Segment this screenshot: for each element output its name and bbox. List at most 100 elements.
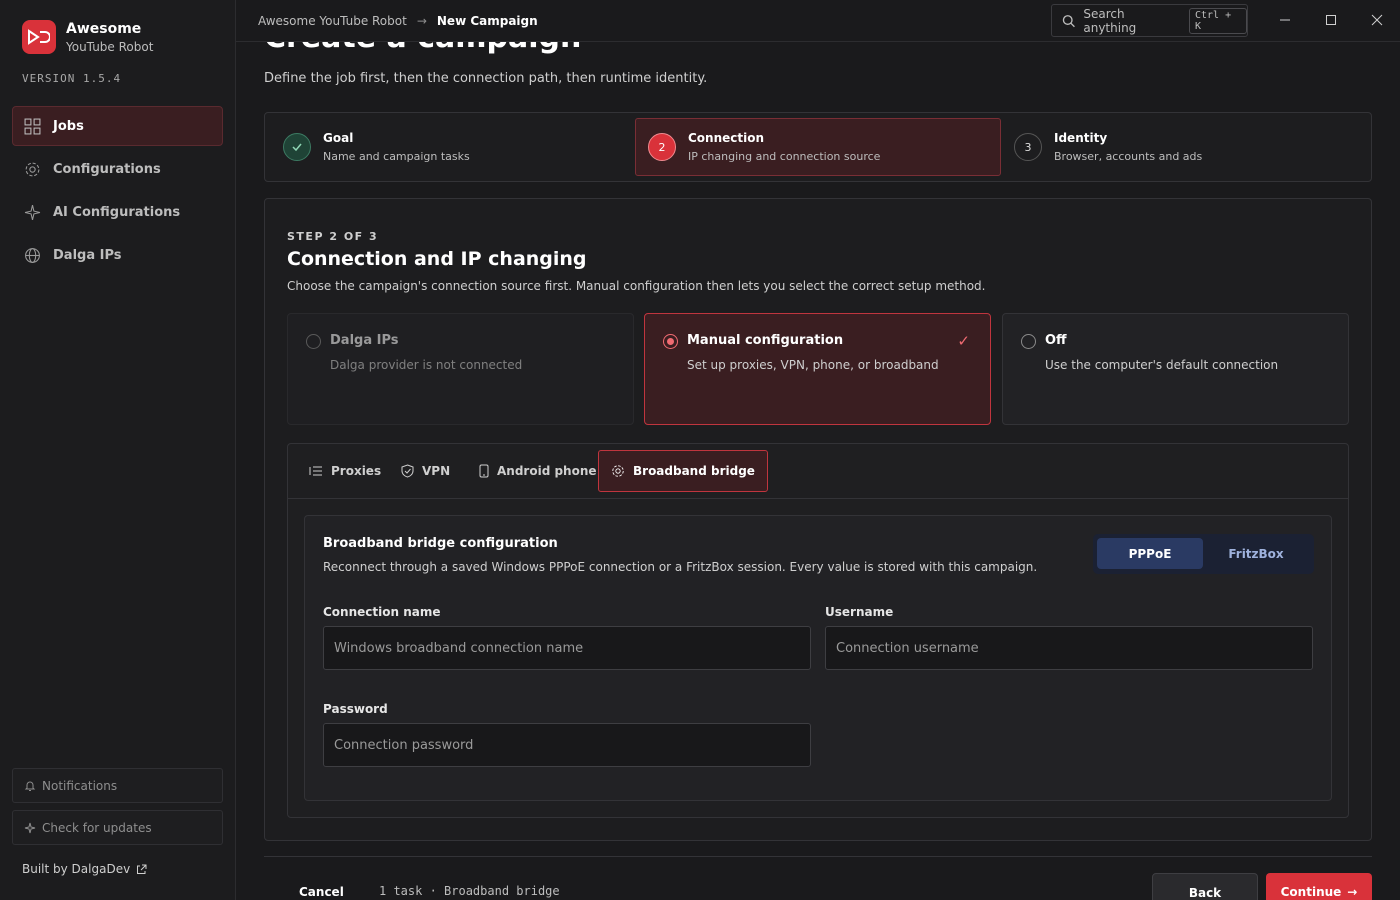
password-label: Password [323, 702, 388, 716]
username-field[interactable] [825, 626, 1313, 670]
mode-fritzbox-button[interactable]: FritzBox [1203, 538, 1309, 569]
page-title: Create a campaign [264, 42, 581, 55]
sidebar-item-label: Configurations [53, 161, 161, 177]
mode-toggle: PPPoE FritzBox [1093, 534, 1314, 574]
check-icon [283, 133, 311, 161]
tab-android-phone[interactable]: Android phone [466, 450, 610, 492]
sidebar-nav: Jobs Configurations AI Configurations Da… [12, 106, 223, 278]
close-icon[interactable] [1369, 12, 1385, 28]
step-desc: Browser, accounts and ads [1054, 150, 1203, 163]
gear-icon [612, 465, 624, 477]
option-title: Off [1045, 333, 1067, 348]
tab-label: Broadband bridge [633, 464, 755, 478]
bell-icon [24, 781, 36, 791]
footer-summary: 1 task · Broadband bridge [379, 884, 560, 898]
check-updates-label: Check for updates [42, 820, 152, 835]
sparkle-icon [24, 822, 36, 833]
notifications-button[interactable]: Notifications [12, 768, 223, 803]
app-logo-icon [22, 20, 56, 54]
search-input[interactable]: Search anything Ctrl + K [1051, 4, 1248, 37]
back-label: Back [1188, 886, 1222, 900]
arrow-right-icon: → [416, 14, 427, 28]
step-kicker: STEP 2 OF 3 [287, 230, 379, 243]
continue-label: Continue [1280, 885, 1342, 899]
radio-button [1021, 334, 1036, 349]
radio-button [306, 334, 321, 349]
tab-vpn[interactable]: VPN [388, 450, 463, 492]
main-content: Create a campaign Define the job first, … [236, 42, 1400, 900]
option-desc: Set up proxies, VPN, phone, or broadband [687, 358, 939, 372]
option-dalga-ips: Dalga IPs Dalga provider is not connecte… [287, 313, 634, 425]
option-title: Manual configuration [687, 333, 844, 348]
sparkle-icon [24, 204, 41, 220]
search-icon [1062, 14, 1075, 27]
top-bar: Awesome YouTube Robot → New Campaign Sea… [236, 0, 1400, 42]
tab-label: Android phone [497, 464, 597, 478]
broadband-config-desc: Reconnect through a saved Windows PPPoE … [323, 560, 1038, 574]
checkmark-icon: ✓ [957, 332, 970, 350]
sidebar-item-label: AI Configurations [53, 204, 181, 220]
external-link-icon [137, 864, 147, 874]
app-subtitle: YouTube Robot [66, 40, 154, 54]
step-title: Connection [688, 131, 765, 145]
stepper: Goal Name and campaign tasks 2 Connection… [264, 112, 1372, 182]
tab-label: VPN [422, 464, 451, 478]
step-goal[interactable]: Goal Name and campaign tasks [270, 118, 636, 176]
gear-icon [25, 162, 40, 176]
minimize-icon[interactable] [1277, 12, 1293, 28]
app-version: VERSION 1.5.4 [22, 72, 122, 85]
sidebar: Awesome YouTube Robot VERSION 1.5.4 Jobs… [0, 0, 236, 900]
step-title: Goal [323, 131, 354, 145]
search-shortcut: Ctrl + K [1188, 7, 1247, 34]
notifications-label: Notifications [42, 778, 118, 793]
step-title: Identity [1054, 131, 1108, 145]
radio-button [663, 334, 678, 349]
option-desc: Use the computer's default connection [1045, 358, 1279, 372]
tab-proxies[interactable]: Proxies [296, 450, 394, 492]
step-desc: Name and campaign tasks [323, 150, 470, 163]
option-title: Dalga IPs [330, 333, 399, 348]
step-number: 3 [1014, 133, 1042, 161]
page-subtitle: Define the job first, then the connectio… [264, 71, 708, 86]
brand: Awesome YouTube Robot [22, 20, 153, 54]
sidebar-item-ai-configurations[interactable]: AI Configurations [12, 192, 223, 232]
tab-broadband-bridge[interactable]: Broadband bridge [598, 450, 768, 492]
option-off[interactable]: Off Use the computer's default connectio… [1002, 313, 1349, 425]
mode-pppoe-button[interactable]: PPPoE [1097, 538, 1203, 569]
list-icon [309, 466, 322, 476]
app-name: Awesome [66, 21, 142, 37]
tab-label: Proxies [331, 464, 382, 478]
built-by-label: Built by DalgaDev [22, 862, 131, 876]
footer-divider [264, 856, 1372, 857]
connection-name-field[interactable] [323, 626, 811, 670]
sidebar-item-jobs[interactable]: Jobs [12, 106, 223, 146]
maximize-icon[interactable] [1323, 12, 1339, 28]
sidebar-item-configurations[interactable]: Configurations [12, 149, 223, 189]
connection-name-label: Connection name [323, 605, 441, 619]
option-manual-configuration[interactable]: Manual configuration Set up proxies, VPN… [644, 313, 991, 425]
shield-icon [401, 464, 414, 478]
breadcrumb: Awesome YouTube Robot → New Campaign [258, 14, 538, 28]
globe-icon [25, 247, 40, 263]
step-connection[interactable]: 2 Connection IP changing and connection s… [635, 118, 1001, 176]
built-by-link[interactable]: Built by DalgaDev [22, 862, 147, 876]
back-button[interactable]: Back [1152, 873, 1258, 900]
search-placeholder: Search anything [1083, 6, 1137, 35]
check-updates-button[interactable]: Check for updates [12, 810, 223, 845]
password-field[interactable] [323, 723, 811, 767]
sidebar-item-dalga-ips[interactable]: Dalga IPs [12, 235, 223, 275]
step-number: 2 [648, 133, 676, 161]
arrow-right-icon: → [1347, 885, 1358, 899]
connection-panel: STEP 2 OF 3 Connection and IP changing C… [264, 198, 1372, 841]
broadband-config-title: Broadband bridge configuration [323, 536, 558, 551]
step-desc: IP changing and connection source [688, 150, 881, 163]
phone-icon [479, 464, 489, 478]
grid-icon [24, 118, 41, 134]
section-description: Choose the campaign's connection source … [287, 279, 986, 293]
cancel-button[interactable]: Cancel [299, 885, 344, 899]
breadcrumb-root[interactable]: Awesome YouTube Robot [258, 14, 407, 28]
sidebar-item-label: Jobs [53, 118, 84, 134]
step-identity[interactable]: 3 Identity Browser, accounts and ads [1001, 118, 1367, 176]
continue-button[interactable]: Continue → [1266, 873, 1372, 900]
method-tabs: Proxies VPN Android phone Broadband brid… [288, 444, 1348, 499]
